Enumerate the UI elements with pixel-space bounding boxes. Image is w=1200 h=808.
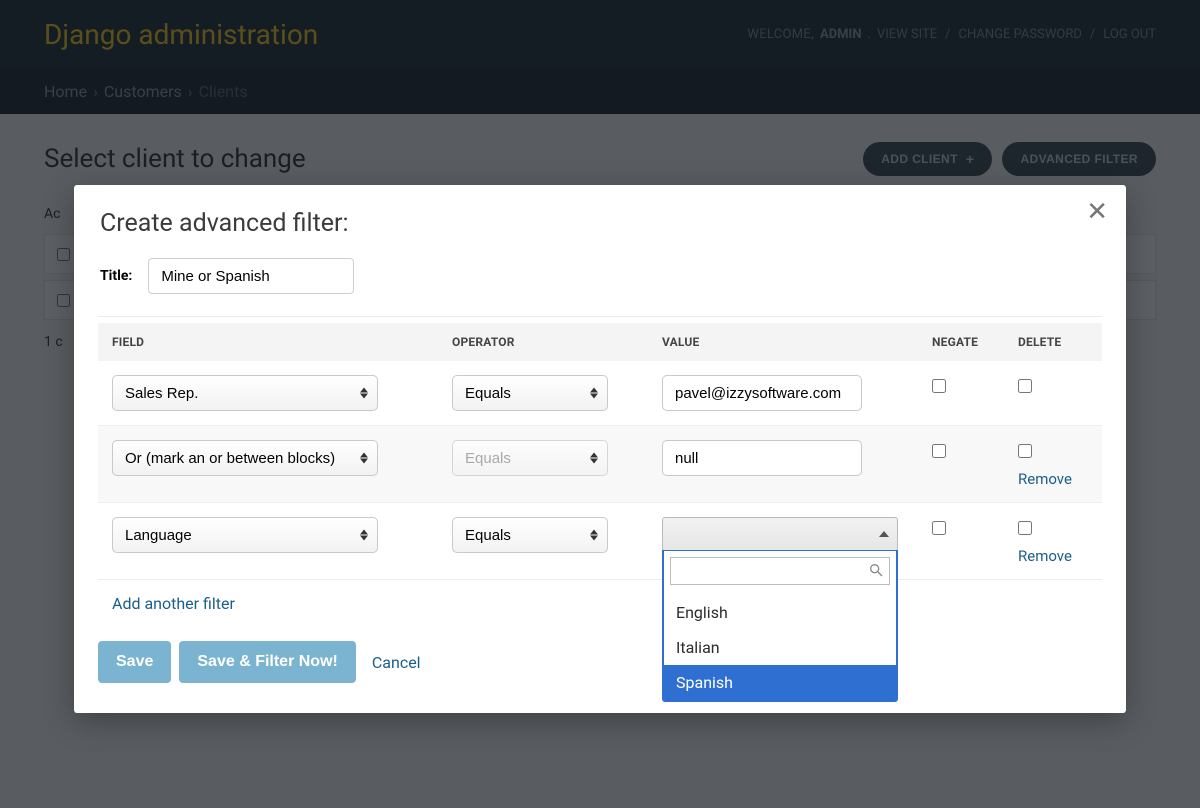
search-icon	[868, 562, 884, 582]
operator-select[interactable]: Equals	[452, 517, 608, 553]
negate-checkbox[interactable]	[932, 521, 946, 535]
delete-checkbox[interactable]	[1018, 444, 1032, 458]
col-operator: OPERATOR	[452, 335, 662, 349]
value-input[interactable]	[662, 440, 862, 476]
advanced-filter-modal: ✕ Create advanced filter: Title: FIELD O…	[74, 185, 1126, 713]
field-select[interactable]: Language	[112, 517, 378, 553]
col-value: VALUE	[662, 335, 932, 349]
filter-title-input[interactable]	[148, 258, 354, 294]
filter-table-header: FIELD OPERATOR VALUE NEGATE DELETE	[98, 323, 1102, 361]
save-filter-now-button[interactable]: Save & Filter Now!	[179, 641, 355, 683]
combobox-option[interactable]: Spanish	[664, 665, 896, 700]
remove-row-link[interactable]: Remove	[1018, 547, 1072, 565]
chevron-up-icon	[879, 531, 889, 537]
value-combobox[interactable]: English Italian Spanish	[662, 517, 932, 551]
remove-row-link[interactable]: Remove	[1018, 470, 1072, 488]
operator-select: Equals	[452, 440, 608, 476]
col-field: FIELD	[112, 335, 452, 349]
col-negate: NEGATE	[932, 335, 1018, 349]
combobox-dropdown: English Italian Spanish	[662, 550, 898, 702]
combobox-list: English Italian Spanish	[664, 591, 896, 700]
combobox-search-input[interactable]	[670, 557, 890, 585]
combobox-option[interactable]: English	[664, 595, 896, 630]
col-delete: DELETE	[1018, 335, 1118, 349]
title-label: Title:	[100, 268, 132, 284]
value-input[interactable]	[662, 375, 862, 411]
negate-checkbox[interactable]	[932, 379, 946, 393]
operator-select[interactable]: Equals	[452, 375, 608, 411]
delete-checkbox[interactable]	[1018, 379, 1032, 393]
cancel-link[interactable]: Cancel	[372, 653, 421, 672]
filter-row: Sales Rep. Equals	[98, 361, 1102, 426]
combobox-option[interactable]: Italian	[664, 630, 896, 665]
save-button[interactable]: Save	[98, 641, 171, 683]
combobox-toggle[interactable]	[662, 517, 898, 551]
add-filter-link[interactable]: Add another filter	[112, 594, 235, 613]
negate-checkbox[interactable]	[932, 444, 946, 458]
modal-overlay: ✕ Create advanced filter: Title: FIELD O…	[0, 0, 1200, 808]
close-icon[interactable]: ✕	[1086, 197, 1108, 227]
filter-row: Or (mark an or between blocks) Equals Re…	[98, 426, 1102, 503]
modal-title: Create advanced filter:	[100, 209, 1100, 238]
filter-row: Language Equals	[98, 503, 1102, 580]
field-select[interactable]: Sales Rep.	[112, 375, 378, 411]
field-select[interactable]: Or (mark an or between blocks)	[112, 440, 378, 476]
delete-checkbox[interactable]	[1018, 521, 1032, 535]
